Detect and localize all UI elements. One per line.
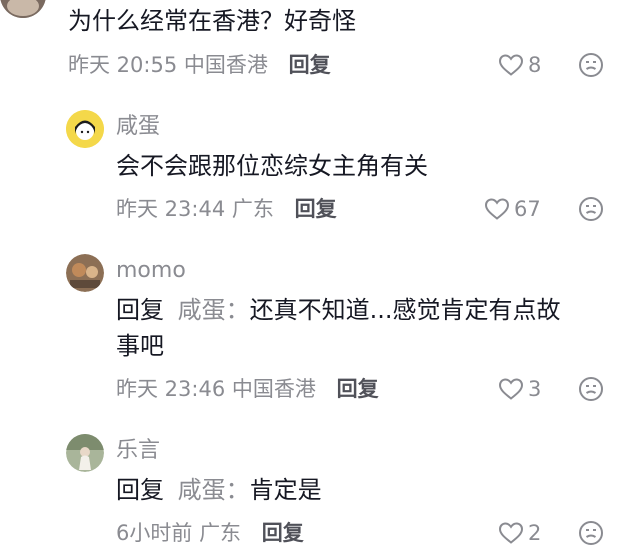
comment-time: 昨天 23:46 [116,377,226,401]
comment-meta: 昨天 23:46 中国香港 回复 [116,376,379,402]
like-count: 67 [514,197,541,221]
comment-time: 昨天 23:44 [116,197,226,221]
like-button[interactable]: 3 [498,376,541,402]
unhappy-face-icon[interactable] [578,376,604,402]
like-button[interactable]: 8 [498,52,541,78]
avatar[interactable] [66,434,104,472]
comment-text-body: 肯定是 [249,476,322,504]
comment-location: 广东 [199,521,242,545]
heart-outline-icon [498,522,524,544]
heart-outline-icon [498,54,524,76]
reply-button[interactable]: 回复 [289,53,331,77]
reply-prefix: 回复 [116,476,164,504]
like-count: 8 [528,53,542,77]
reply-button[interactable]: 回复 [262,521,304,545]
comment-text: 回复 咸蛋：还真不知道...感觉肯定有点故 事吧 [116,292,616,364]
comment-meta: 6小时前 广东 回复 [116,520,304,546]
avatar[interactable] [66,254,104,292]
comment-username[interactable]: momo [116,258,186,284]
comment-meta: 昨天 20:55 中国香港 回复 [68,52,331,78]
like-button[interactable]: 67 [484,196,541,222]
comment-text: 为什么经常在香港？好奇怪 [68,7,356,35]
unhappy-face-icon[interactable] [578,520,604,546]
comment-location: 中国香港 [183,53,268,77]
comment-meta: 昨天 23:44 广东 回复 [116,196,337,222]
heart-outline-icon [498,378,524,400]
comment-text: 回复 咸蛋：肯定是 [116,472,322,508]
comment-username[interactable]: 乐言 [116,438,160,464]
reply-prefix: 回复 [116,296,164,324]
comment-location: 广东 [231,197,274,221]
unhappy-face-icon[interactable] [578,196,604,222]
comment-text-line1: 还真不知道...感觉肯定有点故 [249,296,561,324]
reply-button[interactable]: 回复 [337,377,379,401]
like-count: 2 [528,521,542,545]
reply-target[interactable]: 咸蛋： [178,296,250,324]
comment-text-line2: 事吧 [116,332,164,360]
comment-time: 昨天 20:55 [68,53,178,77]
avatar[interactable] [66,110,104,148]
comment-username[interactable]: 咸蛋 [116,114,160,140]
like-button[interactable]: 2 [498,520,541,546]
comment-text: 会不会跟那位恋综女主角有关 [116,152,428,180]
comment-time: 6小时前 [116,521,193,545]
avatar[interactable] [0,0,46,18]
unhappy-face-icon[interactable] [578,52,604,78]
like-count: 3 [528,377,542,401]
reply-button[interactable]: 回复 [295,197,337,221]
comment-location: 中国香港 [231,377,316,401]
reply-target[interactable]: 咸蛋： [178,476,250,504]
heart-outline-icon [484,198,510,220]
